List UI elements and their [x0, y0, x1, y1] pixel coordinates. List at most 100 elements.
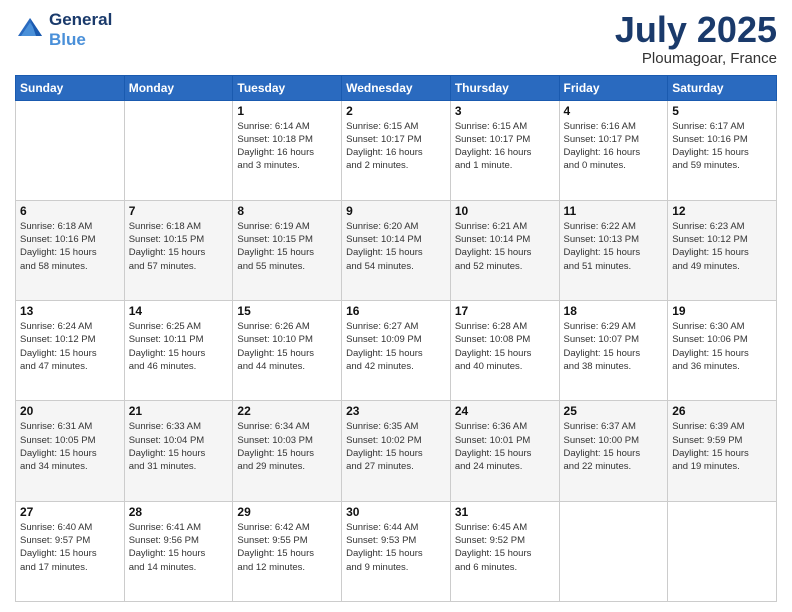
calendar-cell: 20 Sunrise: 6:31 AM Sunset: 10:05 PM Dayl… [16, 401, 125, 501]
calendar-cell: 16 Sunrise: 6:27 AM Sunset: 10:09 PM Dayl… [342, 301, 451, 401]
calendar-cell: 30 Sunrise: 6:44 AM Sunset: 9:53 PM Dayli… [342, 501, 451, 601]
calendar-cell: 3 Sunrise: 6:15 AM Sunset: 10:17 PM Dayli… [450, 100, 559, 200]
day-number: 1 [237, 104, 337, 118]
col-header-sunday: Sunday [16, 75, 125, 100]
calendar-cell: 24 Sunrise: 6:36 AM Sunset: 10:01 PM Dayl… [450, 401, 559, 501]
calendar-cell: 9 Sunrise: 6:20 AM Sunset: 10:14 PM Dayli… [342, 200, 451, 300]
day-number: 25 [564, 404, 664, 418]
calendar-cell: 14Sunrise: 6:25 AM Sunset: 10:11 PM Dayl… [124, 301, 233, 401]
day-number: 10 [455, 204, 555, 218]
cell-content: Sunrise: 6:30 AM Sunset: 10:06 PM Daylig… [672, 320, 772, 373]
calendar-cell: 21 Sunrise: 6:33 AM Sunset: 10:04 PM Dayl… [124, 401, 233, 501]
cell-content: Sunrise: 6:31 AM Sunset: 10:05 PM Daylig… [20, 420, 120, 473]
day-number: 8 [237, 204, 337, 218]
day-number: 2 [346, 104, 446, 118]
day-number: 16 [346, 304, 446, 318]
calendar-cell: 28 Sunrise: 6:41 AM Sunset: 9:56 PM Dayli… [124, 501, 233, 601]
day-number: 26 [672, 404, 772, 418]
cell-content: Sunrise: 6:39 AM Sunset: 9:59 PM Dayligh… [672, 420, 772, 473]
calendar-cell: 31Sunrise: 6:45 AM Sunset: 9:52 PM Dayli… [450, 501, 559, 601]
day-number: 6 [20, 204, 120, 218]
cell-content: Sunrise: 6:41 AM Sunset: 9:56 PM Dayligh… [129, 521, 229, 574]
day-number: 15 [237, 304, 337, 318]
day-number: 11 [564, 204, 664, 218]
cell-content: Sunrise: 6:17 AM Sunset: 10:16 PM Daylig… [672, 120, 772, 173]
cell-content: Sunrise: 6:40 AM Sunset: 9:57 PM Dayligh… [20, 521, 120, 574]
day-number: 18 [564, 304, 664, 318]
day-number: 28 [129, 505, 229, 519]
day-number: 7 [129, 204, 229, 218]
calendar-cell: 29Sunrise: 6:42 AM Sunset: 9:55 PM Dayli… [233, 501, 342, 601]
calendar-cell [124, 100, 233, 200]
cell-content: Sunrise: 6:33 AM Sunset: 10:04 PM Daylig… [129, 420, 229, 473]
calendar-cell: 17Sunrise: 6:28 AM Sunset: 10:08 PM Dayl… [450, 301, 559, 401]
calendar-cell: 23 Sunrise: 6:35 AM Sunset: 10:02 PM Dayl… [342, 401, 451, 501]
cell-content: Sunrise: 6:15 AM Sunset: 10:17 PM Daylig… [346, 120, 446, 173]
calendar-cell [668, 501, 777, 601]
calendar-table: SundayMondayTuesdayWednesdayThursdayFrid… [15, 75, 777, 602]
calendar-cell: 10 Sunrise: 6:21 AM Sunset: 10:14 PM Dayl… [450, 200, 559, 300]
day-number: 3 [455, 104, 555, 118]
day-number: 17 [455, 304, 555, 318]
cell-content: Sunrise: 6:24 AM Sunset: 10:12 PM Daylig… [20, 320, 120, 373]
cell-content: Sunrise: 6:26 AM Sunset: 10:10 PM Daylig… [237, 320, 337, 373]
title-block: July 2025 Ploumagoar, France [615, 10, 777, 67]
calendar-cell: 6Sunrise: 6:18 AM Sunset: 10:16 PM Dayli… [16, 200, 125, 300]
cell-content: Sunrise: 6:14 AM Sunset: 10:18 PM Daylig… [237, 120, 337, 173]
cell-content: Sunrise: 6:36 AM Sunset: 10:01 PM Daylig… [455, 420, 555, 473]
header: General Blue July 2025 Ploumagoar, Franc… [15, 10, 777, 67]
cell-content: Sunrise: 6:35 AM Sunset: 10:02 PM Daylig… [346, 420, 446, 473]
cell-content: Sunrise: 6:22 AM Sunset: 10:13 PM Daylig… [564, 220, 664, 273]
day-number: 21 [129, 404, 229, 418]
col-header-saturday: Saturday [668, 75, 777, 100]
calendar-cell: 2 Sunrise: 6:15 AM Sunset: 10:17 PM Dayli… [342, 100, 451, 200]
month-title: July 2025 [615, 10, 777, 50]
calendar-cell [16, 100, 125, 200]
day-number: 14 [129, 304, 229, 318]
logo-text: General Blue [49, 10, 112, 50]
location: Ploumagoar, France [615, 50, 777, 67]
cell-content: Sunrise: 6:20 AM Sunset: 10:14 PM Daylig… [346, 220, 446, 273]
page: General Blue July 2025 Ploumagoar, Franc… [0, 0, 792, 612]
calendar-cell: 22 Sunrise: 6:34 AM Sunset: 10:03 PM Dayl… [233, 401, 342, 501]
calendar-cell: 13Sunrise: 6:24 AM Sunset: 10:12 PM Dayl… [16, 301, 125, 401]
day-number: 12 [672, 204, 772, 218]
calendar-cell: 25Sunrise: 6:37 AM Sunset: 10:00 PM Dayl… [559, 401, 668, 501]
day-number: 30 [346, 505, 446, 519]
calendar-cell: 1 Sunrise: 6:14 AM Sunset: 10:18 PM Dayli… [233, 100, 342, 200]
day-number: 24 [455, 404, 555, 418]
calendar-cell: 26 Sunrise: 6:39 AM Sunset: 9:59 PM Dayli… [668, 401, 777, 501]
calendar-cell: 8 Sunrise: 6:19 AM Sunset: 10:15 PM Dayli… [233, 200, 342, 300]
logo: General Blue [15, 10, 112, 50]
cell-content: Sunrise: 6:34 AM Sunset: 10:03 PM Daylig… [237, 420, 337, 473]
day-number: 19 [672, 304, 772, 318]
col-header-wednesday: Wednesday [342, 75, 451, 100]
calendar-cell: 27Sunrise: 6:40 AM Sunset: 9:57 PM Dayli… [16, 501, 125, 601]
col-header-thursday: Thursday [450, 75, 559, 100]
cell-content: Sunrise: 6:23 AM Sunset: 10:12 PM Daylig… [672, 220, 772, 273]
calendar-cell: 15 Sunrise: 6:26 AM Sunset: 10:10 PM Dayl… [233, 301, 342, 401]
day-number: 20 [20, 404, 120, 418]
cell-content: Sunrise: 6:21 AM Sunset: 10:14 PM Daylig… [455, 220, 555, 273]
cell-content: Sunrise: 6:27 AM Sunset: 10:09 PM Daylig… [346, 320, 446, 373]
col-header-friday: Friday [559, 75, 668, 100]
col-header-monday: Monday [124, 75, 233, 100]
calendar-cell: 19 Sunrise: 6:30 AM Sunset: 10:06 PM Dayl… [668, 301, 777, 401]
logo-icon [15, 15, 45, 45]
col-header-tuesday: Tuesday [233, 75, 342, 100]
calendar-cell: 11 Sunrise: 6:22 AM Sunset: 10:13 PM Dayl… [559, 200, 668, 300]
day-number: 22 [237, 404, 337, 418]
day-number: 9 [346, 204, 446, 218]
cell-content: Sunrise: 6:45 AM Sunset: 9:52 PM Dayligh… [455, 521, 555, 574]
calendar-cell: 5 Sunrise: 6:17 AM Sunset: 10:16 PM Dayli… [668, 100, 777, 200]
calendar-cell [559, 501, 668, 601]
cell-content: Sunrise: 6:44 AM Sunset: 9:53 PM Dayligh… [346, 521, 446, 574]
cell-content: Sunrise: 6:19 AM Sunset: 10:15 PM Daylig… [237, 220, 337, 273]
cell-content: Sunrise: 6:16 AM Sunset: 10:17 PM Daylig… [564, 120, 664, 173]
day-number: 4 [564, 104, 664, 118]
day-number: 5 [672, 104, 772, 118]
calendar-cell: 4 Sunrise: 6:16 AM Sunset: 10:17 PM Dayli… [559, 100, 668, 200]
day-number: 29 [237, 505, 337, 519]
day-number: 23 [346, 404, 446, 418]
cell-content: Sunrise: 6:15 AM Sunset: 10:17 PM Daylig… [455, 120, 555, 173]
